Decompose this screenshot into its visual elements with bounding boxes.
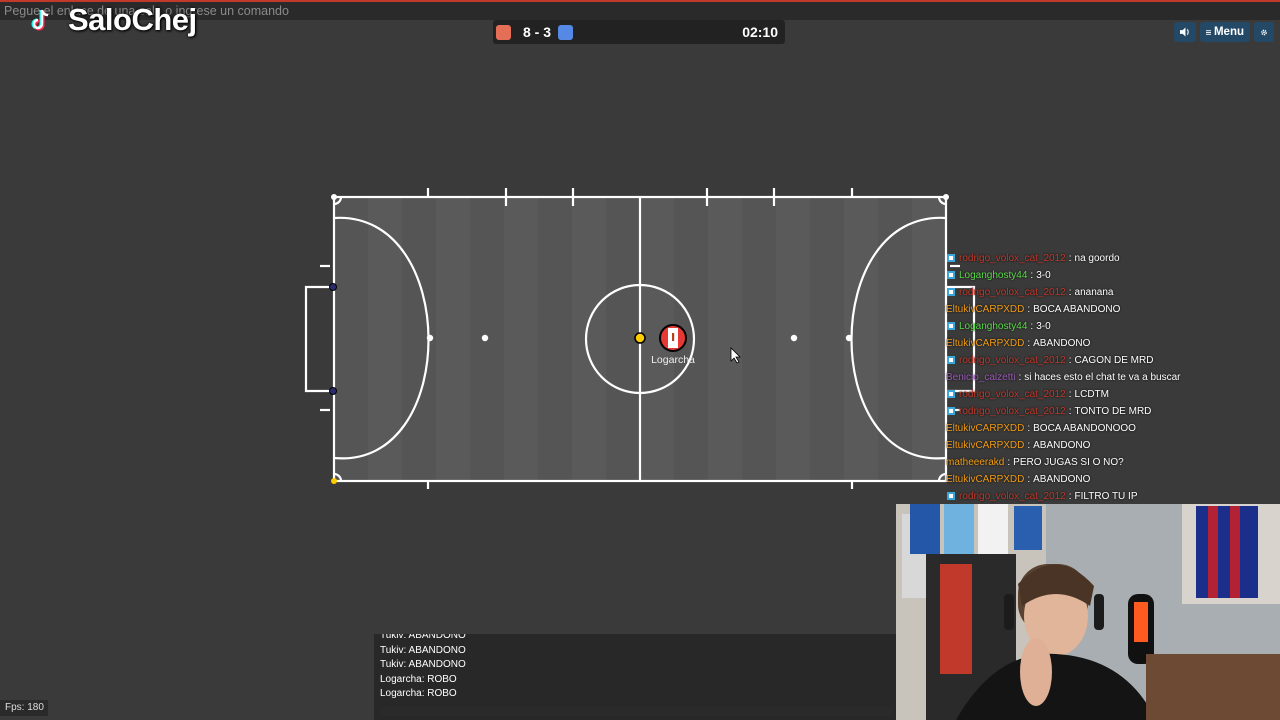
player-disc [659,324,687,352]
user-badge-icon [947,492,955,500]
chat-separator: : [1068,389,1072,400]
chat-username[interactable]: rodrigo_volox_cat_2012 [959,389,1066,400]
fps-counter: Fps: 180 [0,700,48,716]
user-badge-icon [947,271,955,279]
chat-message: rodrigo_volox_cat_2012: LCDTM [946,386,1276,403]
chat-text: CAGON DE MRD [1074,355,1154,366]
game-chat-line: Tukiv: ABANDONO [380,634,466,641]
chat-separator: : [1027,338,1031,349]
chat-username[interactable]: EltukivCARPXDD [946,338,1024,349]
chat-message: EltukivCARPXDD: BOCA ABANDONOOO [946,420,1276,437]
chat-separator: : [1030,270,1034,281]
chat-username[interactable]: rodrigo_volox_cat_2012 [959,355,1066,366]
chat-message: rodrigo_volox_cat_2012: CAGON DE MRD [946,352,1276,369]
left-goal [304,285,334,393]
chat-message: Loganghosty44:3-0 [946,318,1276,335]
chat-text: ABANDONO [1033,474,1091,485]
chat-text: PERO JUGAS SI O NO? [1013,457,1124,468]
chat-separator: : [1027,423,1031,434]
chat-text: LCDTM [1074,389,1109,400]
chat-message: EltukivCARPXDD: ABANDONO [946,437,1276,454]
chat-username[interactable]: Loganghosty44 [959,321,1027,332]
chat-text: TONTO DE MRD [1074,406,1152,417]
left-goal-post-bottom [329,387,337,395]
chat-message: Benicio_calzetti: si haces esto el chat t… [946,369,1276,386]
game-chat-line: Logarcha: ROBO [380,673,457,685]
chat-separator: : [1068,253,1072,264]
chat-message: rodrigo_volox_cat_2012: FILTRO TU IP [946,488,1276,505]
chat-message: matheeerakd: PERO JUGAS SI O NO? [946,454,1276,471]
chat-username[interactable]: EltukivCARPXDD [946,423,1024,434]
user-badge-icon [947,254,955,262]
chat-username[interactable]: EltukivCARPXDD [946,474,1024,485]
chat-separator: : [1027,474,1031,485]
chat-username[interactable]: rodrigo_volox_cat_2012 [959,287,1066,298]
chat-message: Loganghosty44:3-0 [946,267,1276,284]
user-badge-icon [947,390,955,398]
chat-username[interactable]: EltukivCARPXDD [946,304,1024,315]
chat-text: si haces esto el chat te va a buscar [1024,372,1181,383]
game-chat-line: Logarcha: ROBO [380,687,457,699]
chat-text: FILTRO TU IP [1074,491,1138,502]
user-badge-icon [947,322,955,330]
chat-text: ABANDONO [1033,440,1091,451]
chat-separator: : [1018,372,1022,383]
chat-username[interactable]: rodrigo_volox_cat_2012 [959,406,1066,417]
chat-message: EltukivCARPXDD: ABANDONO [946,471,1276,488]
chat-username[interactable]: Benicio_calzetti [946,372,1015,383]
chat-separator: : [1068,287,1072,298]
chat-username[interactable]: rodrigo_volox_cat_2012 [959,253,1066,264]
chat-message: rodrigo_volox_cat_2012: ananana [946,284,1276,301]
stream-chat-overlay: rodrigo_volox_cat_2012: na goordo Logangho… [946,250,1276,505]
chat-username[interactable]: rodrigo_volox_cat_2012 [959,491,1066,502]
streamer-webcam [896,504,1280,720]
chat-text: BOCA ABANDONOOO [1033,423,1136,434]
chat-text: BOCA ABANDONO [1033,304,1121,315]
webcam-image [896,504,1280,720]
chat-message: EltukivCARPXDD: ABANDONO [946,335,1276,352]
chat-text: 3-0 [1036,270,1051,281]
game-chat-panel: Tukiv: ABANDONO Tukiv: ABANDONO Tukiv: A… [374,634,896,720]
chat-separator: : [1007,457,1011,468]
chat-username[interactable]: matheeerakd [946,457,1004,468]
chat-separator: : [1068,406,1072,417]
left-goal-post-top [329,283,337,291]
user-badge-icon [947,407,955,415]
game-chat-line: Tukiv: ABANDONO [380,645,466,656]
chat-text: ABANDONO [1033,338,1091,349]
chat-separator: : [1030,321,1034,332]
user-badge-icon [947,356,955,364]
chat-separator: : [1068,355,1072,366]
chat-username[interactable]: Loganghosty44 [959,270,1027,281]
game-chat-line: Tukiv: ABANDONO [380,659,466,671]
chat-separator: : [1027,304,1031,315]
user-badge-icon [947,288,955,296]
chat-text: ananana [1074,287,1114,298]
chat-separator: : [1027,440,1031,451]
chat-username[interactable]: EltukivCARPXDD [946,440,1024,451]
ball [634,332,646,344]
chat-separator: : [1068,491,1072,502]
chat-text: 3-0 [1036,321,1051,332]
chat-text: na goordo [1074,253,1120,264]
player-name-label: Logarcha [651,354,695,366]
chat-message: rodrigo_volox_cat_2012: TONTO DE MRD [946,403,1276,420]
chat-message: rodrigo_volox_cat_2012: na goordo [946,250,1276,267]
chat-message: EltukivCARPXDD: BOCA ABANDONO [946,301,1276,318]
game-chat-input[interactable] [380,707,894,716]
game-chat-log: Tukiv: ABANDONO Tukiv: ABANDONO Tukiv: A… [380,634,466,701]
